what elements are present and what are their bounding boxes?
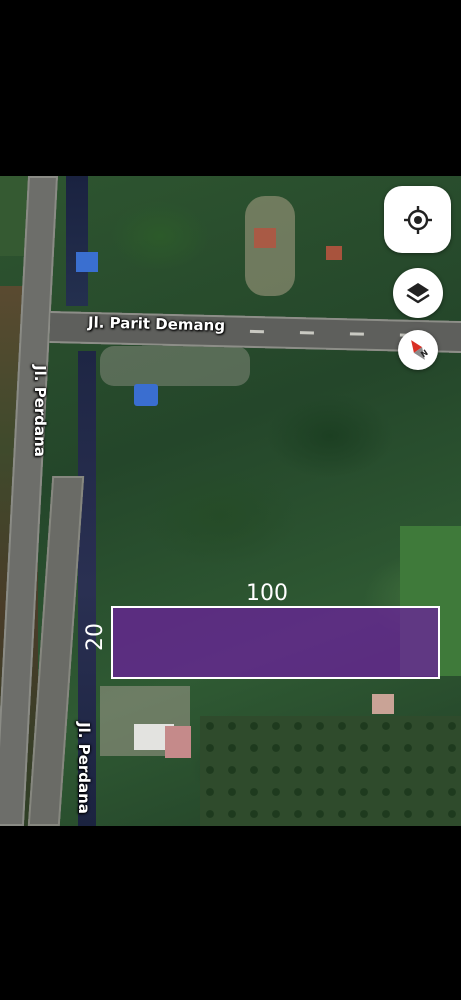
plot-width-label: 20 xyxy=(83,623,108,651)
building-roof xyxy=(134,384,158,406)
compass-button[interactable]: N xyxy=(398,330,438,370)
my-location-button[interactable] xyxy=(384,186,451,253)
building-roof xyxy=(372,694,394,714)
building-roof xyxy=(76,252,98,272)
building-roof xyxy=(326,246,342,260)
building-roof xyxy=(254,228,276,248)
canal xyxy=(66,176,88,306)
building-roof xyxy=(165,726,191,758)
bottom-black-bar xyxy=(0,826,461,1000)
plot-length-label: 100 xyxy=(246,581,288,606)
street-label-perdana: Jl. Perdana xyxy=(74,722,93,814)
satellite-map[interactable]: Jl. Parit Demang Jl. Perdana Jl. Perdana… xyxy=(0,176,461,826)
street-label-perdana: Jl. Perdana xyxy=(30,365,49,457)
measured-plot[interactable] xyxy=(111,606,440,679)
my-location-icon xyxy=(403,205,432,234)
layers-icon xyxy=(406,283,430,304)
compass-icon: N xyxy=(411,340,430,360)
street-label-parit-demang: Jl. Parit Demang xyxy=(87,313,226,335)
plantation-area xyxy=(200,716,461,826)
layers-button[interactable] xyxy=(393,268,443,318)
top-black-bar xyxy=(0,0,461,176)
svg-text:N: N xyxy=(419,348,430,359)
clearing-area xyxy=(100,346,250,386)
